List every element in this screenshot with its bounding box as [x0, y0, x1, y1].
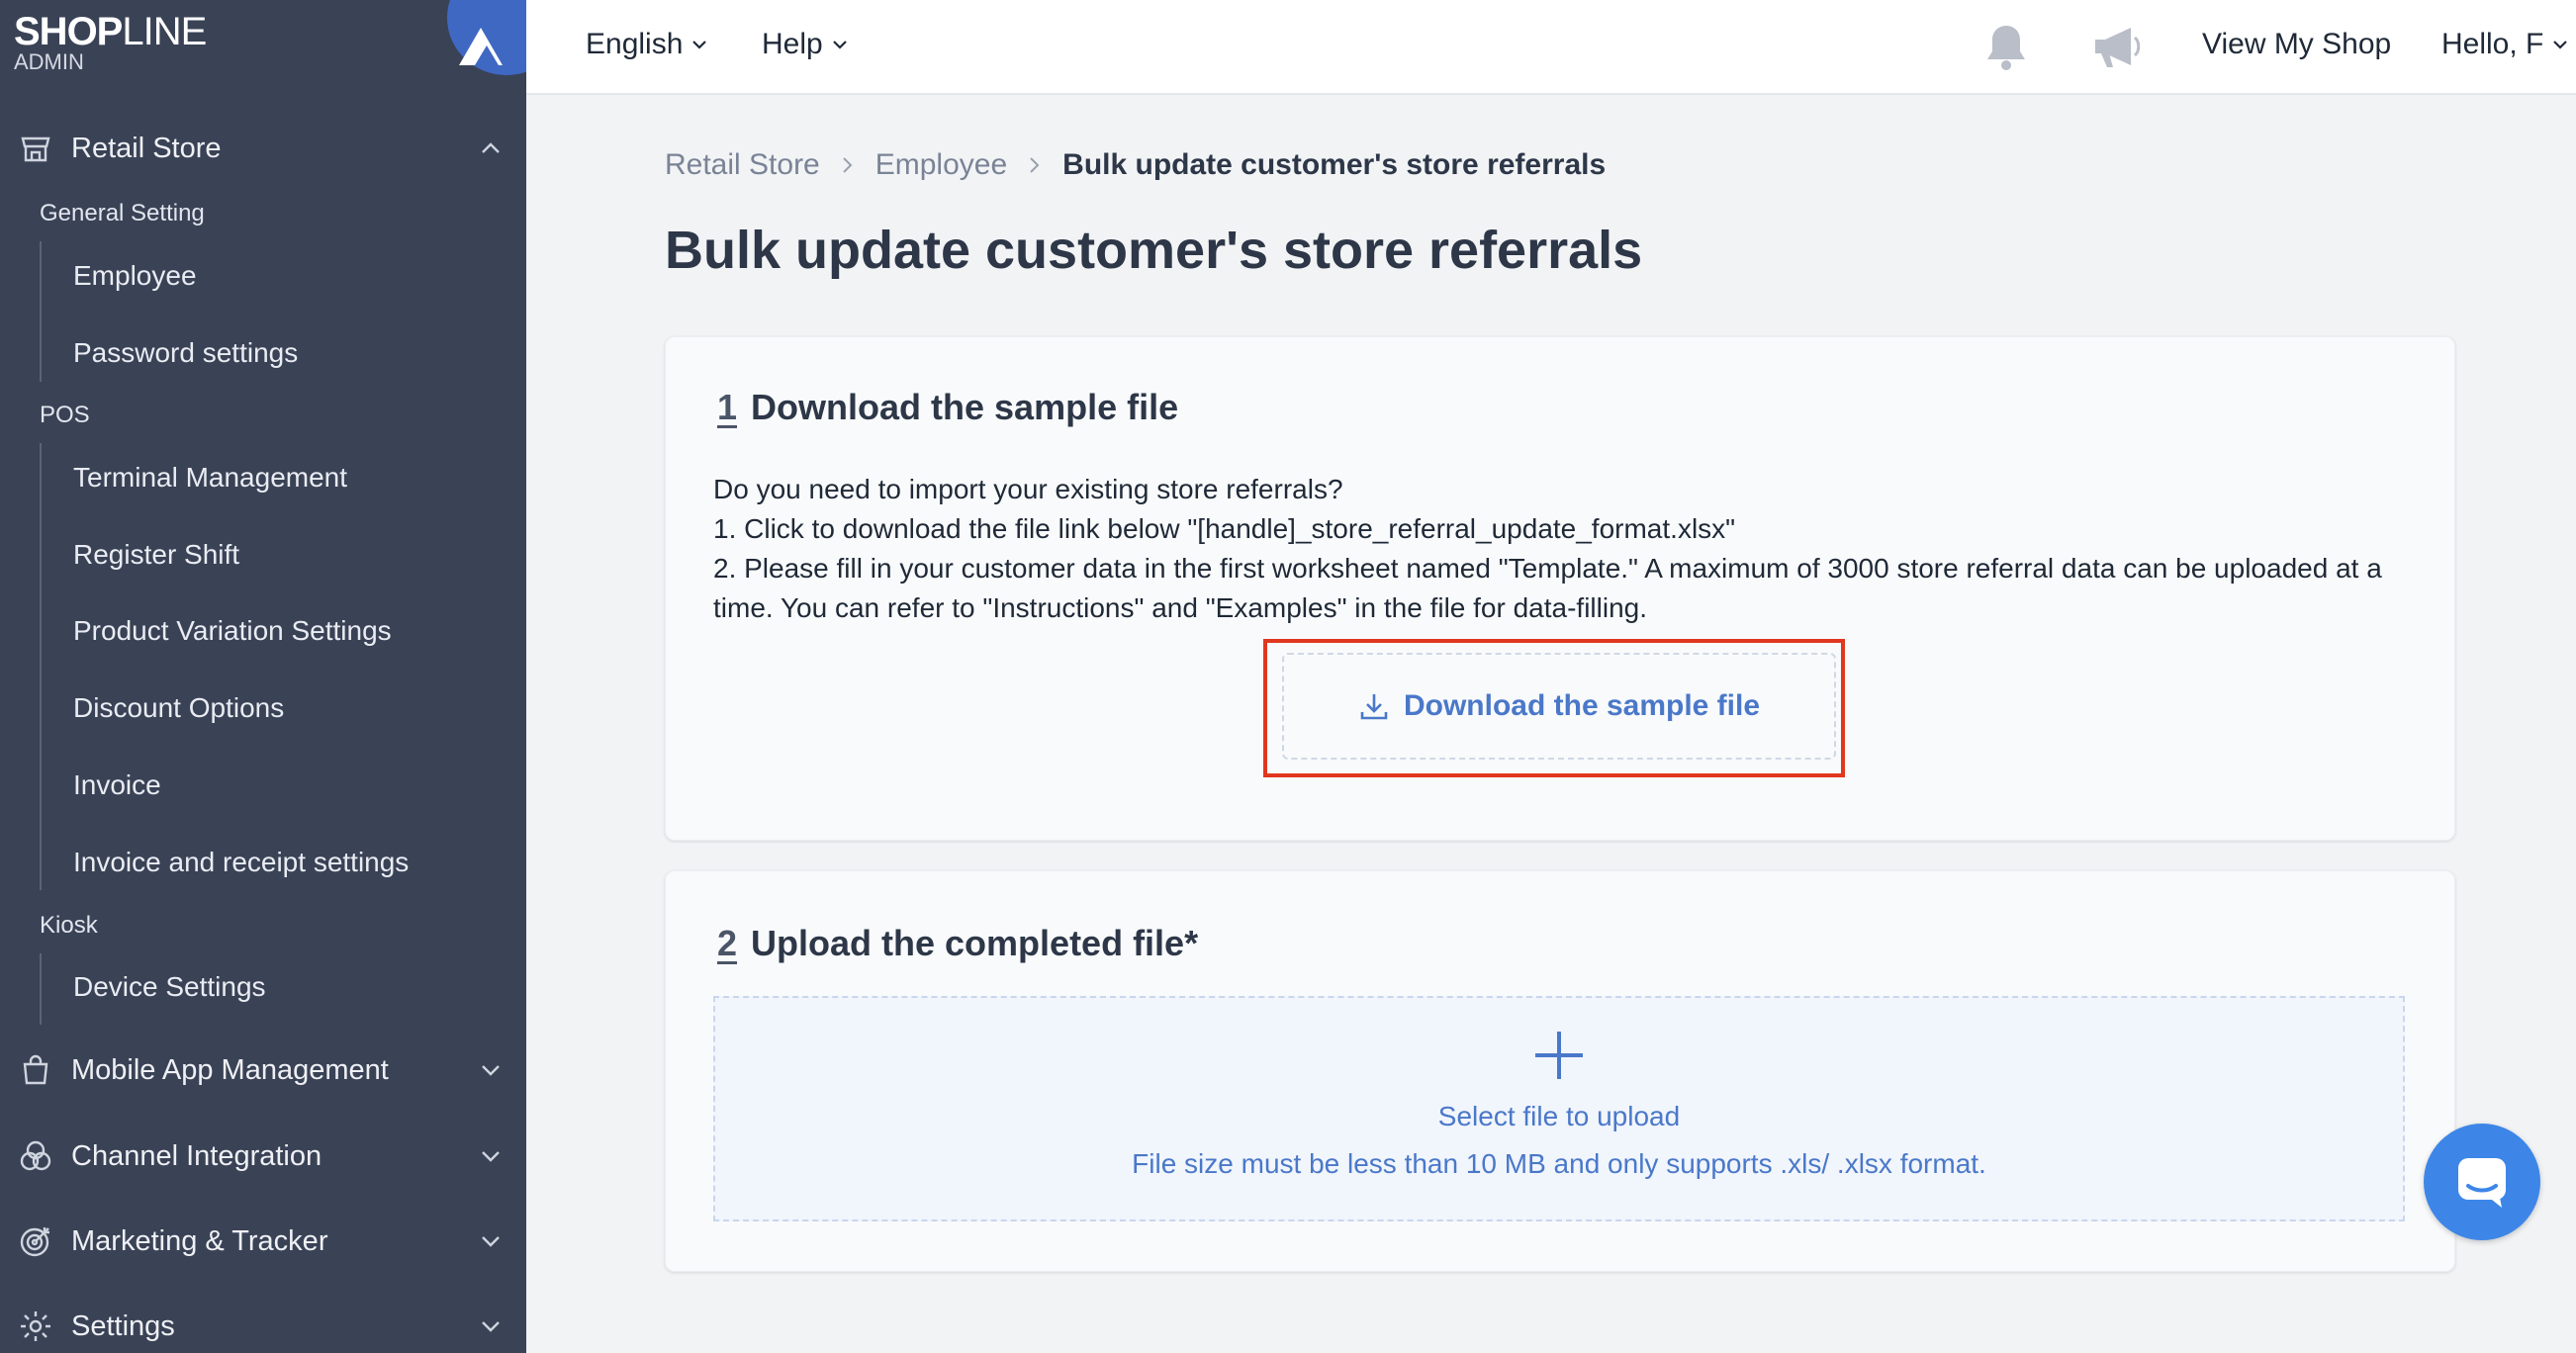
megaphone-icon[interactable]: [2091, 22, 2145, 71]
sidebar-item-employee[interactable]: Employee: [73, 260, 197, 292]
sidebar-item-invoice[interactable]: Invoice: [73, 769, 161, 801]
sidebar-item-product-variation[interactable]: Product Variation Settings: [73, 615, 392, 647]
chevron-down-icon: [482, 1151, 500, 1162]
sidebar-item-channel-integration[interactable]: Channel Integration: [0, 1125, 526, 1188]
target-icon: [18, 1223, 53, 1259]
chevron-down-icon: [482, 1321, 500, 1332]
chevron-down-icon: [2553, 41, 2568, 49]
section-general-setting: General Setting: [40, 200, 205, 226]
sublist-rail: [40, 953, 42, 1025]
step2-card: 2 Upload the completed file* Select file …: [665, 870, 2455, 1272]
chat-icon: [2458, 1158, 2506, 1208]
sidebar-item-terminal-management[interactable]: Terminal Management: [73, 462, 347, 494]
sidebar-item-device-settings[interactable]: Device Settings: [73, 971, 266, 1003]
mountain-logo-icon: [459, 28, 503, 65]
step1-description: Do you need to import your existing stor…: [713, 474, 2382, 623]
section-kiosk: Kiosk: [40, 912, 98, 939]
select-file-label[interactable]: Select file to upload: [1438, 1101, 1680, 1132]
chevron-down-icon: [692, 41, 707, 49]
sidebar-item-discount-options[interactable]: Discount Options: [73, 692, 284, 724]
language-dropdown[interactable]: English: [586, 28, 708, 61]
view-my-shop-link[interactable]: View My Shop: [2202, 28, 2391, 61]
breadcrumb: Retail Store Employee Bulk update custom…: [665, 148, 1606, 182]
brand-logo[interactable]: SHOPLINE ADMIN: [14, 10, 207, 73]
chevron-right-icon: [843, 157, 853, 173]
sidebar: SHOPLINE ADMIN Retail Store General Sett…: [0, 0, 526, 1353]
account-menu[interactable]: Hello, F: [2441, 28, 2569, 61]
notification-bell-icon[interactable]: [1982, 22, 2030, 71]
step1-title: 1 Download the sample file: [717, 387, 1179, 427]
sidebar-item-marketing-tracker[interactable]: Marketing & Tracker: [0, 1210, 526, 1273]
file-upload-dropzone[interactable]: Select file to upload File size must be …: [713, 996, 2405, 1221]
section-pos: POS: [40, 402, 90, 428]
chevron-up-icon: [482, 142, 500, 153]
store-icon: [18, 131, 53, 166]
page-title: Bulk update customer's store referrals: [665, 221, 1643, 280]
top-header: English Help View My Shop Hello, F: [526, 0, 2576, 95]
download-sample-button[interactable]: Download the sample file: [1282, 653, 1836, 760]
sidebar-item-mobile-app[interactable]: Mobile App Management: [0, 1038, 526, 1102]
chevron-right-icon: [1030, 157, 1040, 173]
gear-icon: [18, 1308, 53, 1344]
sidebar-item-settings[interactable]: Settings: [0, 1295, 526, 1353]
breadcrumb-retail-store[interactable]: Retail Store: [665, 148, 820, 182]
breadcrumb-current: Bulk update customer's store referrals: [1062, 148, 1607, 181]
store-avatar[interactable]: [447, 0, 526, 75]
channels-icon: [18, 1138, 53, 1174]
sidebar-item-password-settings[interactable]: Password settings: [73, 337, 298, 369]
plus-icon: [1535, 1032, 1583, 1079]
chevron-down-icon: [832, 41, 847, 49]
download-icon: [1360, 694, 1388, 720]
sidebar-item-invoice-receipt[interactable]: Invoice and receipt settings: [73, 847, 409, 878]
sublist-rail: [40, 443, 42, 890]
chevron-down-icon: [482, 1236, 500, 1247]
shopping-bag-icon: [18, 1052, 53, 1088]
file-size-hint: File size must be less than 10 MB and on…: [1132, 1148, 1986, 1179]
step2-title: 2 Upload the completed file*: [717, 923, 1199, 963]
chevron-down-icon: [482, 1065, 500, 1076]
chat-support-button[interactable]: [2424, 1124, 2540, 1240]
sidebar-item-register-shift[interactable]: Register Shift: [73, 539, 239, 571]
sublist-rail: [40, 241, 42, 382]
sidebar-item-retail-store[interactable]: Retail Store: [0, 117, 526, 180]
breadcrumb-employee[interactable]: Employee: [875, 148, 1007, 182]
help-dropdown[interactable]: Help: [762, 28, 849, 61]
